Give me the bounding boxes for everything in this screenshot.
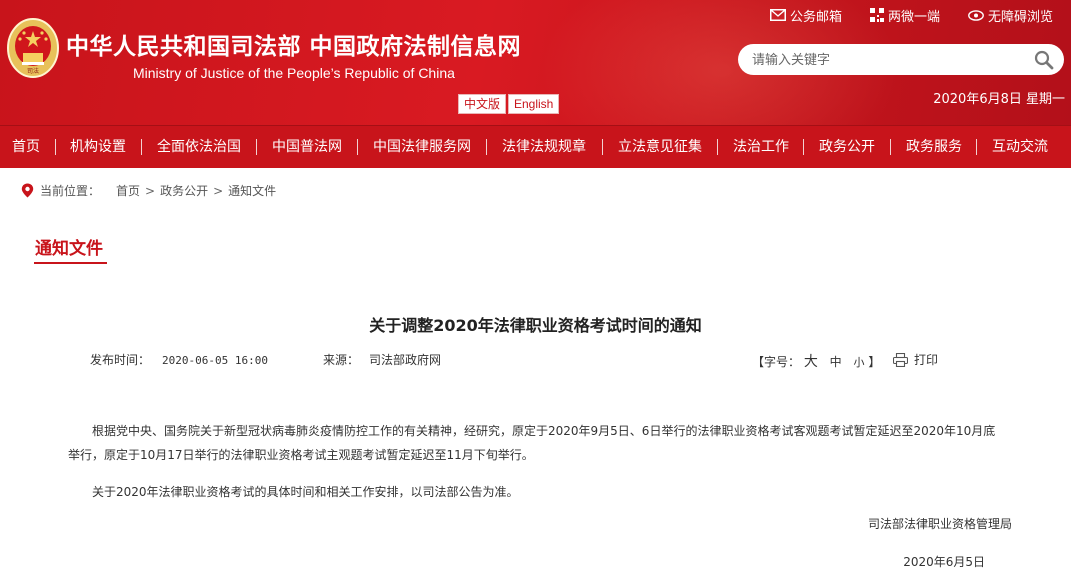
site-title-en: Ministry of Justice of the People’s Repu…	[133, 65, 455, 81]
source-label: 来源：	[323, 353, 360, 367]
nav-item-interaction[interactable]: 互动交流	[992, 126, 1048, 169]
nav-divider	[357, 139, 358, 155]
article-sign-date: 2020年6月5日	[903, 555, 985, 569]
publish-time-label: 发布时间：	[90, 353, 151, 367]
top-links: 公务邮箱 两微一端 无障碍浏览	[769, 6, 1053, 25]
print-label: 打印	[914, 353, 939, 367]
eye-icon	[968, 9, 984, 21]
nav-divider	[890, 139, 891, 155]
weibo-weixin-app-label: 两微一端	[887, 9, 940, 25]
accessible-browse-label: 无障碍浏览	[987, 9, 1053, 25]
source-value: 司法部政府网	[369, 353, 442, 367]
font-size-open: 【字号：	[752, 355, 801, 369]
nav-item-legislative-opinions[interactable]: 立法意见征集	[618, 126, 702, 169]
site-title-cn: 中华人民共和国司法部 中国政府法制信息网	[66, 33, 522, 60]
printer-icon	[893, 352, 908, 367]
current-date: 2020年6月8日 星期一	[933, 92, 1065, 107]
official-mail-label: 公务邮箱	[789, 9, 842, 25]
main-nav: 首页 机构设置 全面依法治国 中国普法网 中国法律服务网 法律法规规章 立法意见…	[0, 125, 1071, 168]
search-icon[interactable]	[1034, 50, 1054, 70]
article-source: 来源： 司法部政府网	[323, 351, 441, 368]
nav-item-government-services[interactable]: 政务服务	[906, 126, 962, 169]
print-button[interactable]: 打印	[893, 351, 938, 368]
qrcode-icon	[869, 8, 884, 22]
svg-text:司法: 司法	[27, 67, 39, 75]
nav-item-rule-of-law-work[interactable]: 法治工作	[733, 126, 789, 169]
section-underline	[34, 262, 107, 264]
nav-divider	[256, 139, 257, 155]
section-title: 通知文件	[35, 239, 103, 259]
article-signature: 司法部法律职业资格管理局	[867, 517, 1012, 531]
official-mail-link[interactable]: 公务邮箱	[769, 6, 842, 25]
nav-item-rule-of-law[interactable]: 全面依法治国	[157, 126, 241, 169]
nav-divider	[976, 139, 977, 155]
national-emblem-logo[interactable]: 司法	[6, 17, 60, 79]
breadcrumb: 当前位置： 首页 > 政务公开 > 通知文件	[21, 182, 276, 199]
search-box	[738, 44, 1064, 75]
article-paragraph: 关于2020年法律职业资格考试的具体时间和相关工作安排，以司法部公告为准。	[92, 485, 519, 499]
nav-item-pufa[interactable]: 中国普法网	[272, 126, 342, 169]
location-pin-icon	[21, 183, 34, 198]
nav-divider	[602, 139, 603, 155]
nav-divider	[55, 139, 56, 155]
nav-divider	[803, 139, 804, 155]
nav-divider	[717, 139, 718, 155]
breadcrumb-government-affairs[interactable]: 政务公开	[160, 182, 208, 199]
nav-item-government-affairs[interactable]: 政务公开	[819, 126, 875, 169]
font-size-medium-button[interactable]: 中	[830, 355, 842, 369]
breadcrumb-prefix: 当前位置：	[40, 184, 101, 198]
font-size-control: 【字号： 大 中 小 】	[752, 351, 880, 371]
article-paragraph: 根据党中央、国务院关于新型冠状病毒肺炎疫情防控工作的有关精神，经研究，原定于20…	[68, 424, 996, 462]
breadcrumb-separator: >	[145, 183, 156, 198]
weibo-weixin-app-link[interactable]: 两微一端	[869, 6, 940, 25]
nav-item-legal-services[interactable]: 中国法律服务网	[373, 126, 471, 169]
nav-divider	[486, 139, 487, 155]
nav-item-laws-regulations[interactable]: 法律法规规章	[502, 126, 586, 169]
accessible-browse-link[interactable]: 无障碍浏览	[968, 6, 1053, 25]
article-title: 关于调整2020年法律职业资格考试时间的通知	[369, 316, 702, 335]
nav-divider	[141, 139, 142, 155]
lang-english-button[interactable]: English	[508, 94, 560, 114]
breadcrumb-separator: >	[213, 183, 224, 198]
publish-time: 发布时间： 2020-06-05 16:00	[90, 351, 268, 368]
search-input[interactable]	[752, 51, 1022, 69]
breadcrumb-home[interactable]: 首页	[116, 182, 140, 199]
lang-chinese-button[interactable]: 中文版	[458, 94, 507, 114]
breadcrumb-notices[interactable]: 通知文件	[228, 182, 276, 199]
mail-icon	[769, 9, 786, 21]
site-header: 司法 中华人民共和国司法部 中国政府法制信息网 Ministry of Just…	[0, 0, 1071, 125]
nav-item-home[interactable]: 首页	[12, 126, 40, 169]
nav-item-organization[interactable]: 机构设置	[70, 126, 126, 169]
font-size-close: 】	[868, 355, 881, 369]
font-size-small-button[interactable]: 小	[854, 356, 865, 369]
font-size-large-button[interactable]: 大	[804, 354, 818, 370]
publish-time-value: 2020-06-05 16:00	[162, 354, 268, 367]
